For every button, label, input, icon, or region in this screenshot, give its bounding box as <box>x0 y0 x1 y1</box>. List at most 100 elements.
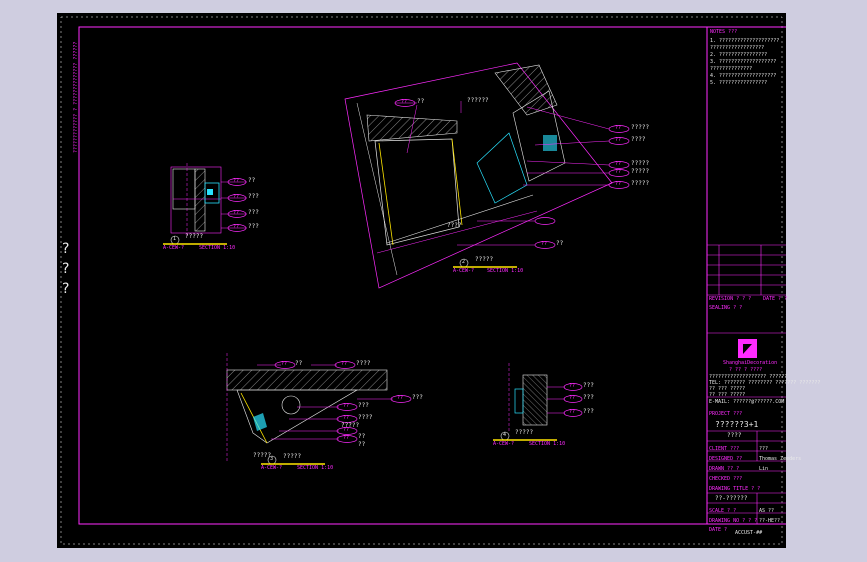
d3-num: 3 <box>270 456 274 462</box>
client-value: ??? <box>759 446 769 452</box>
detail-3-drawing <box>226 353 412 463</box>
d3-tag-7: ?? <box>397 395 404 401</box>
d1-tag-4: ?? <box>233 224 240 230</box>
revision-header: REVISION ? ? ? <box>709 296 752 302</box>
d4-tag-3: ?? <box>569 409 576 415</box>
d2-num: 2 <box>462 259 466 265</box>
drawing-sheet <box>60 16 786 545</box>
revision-date: DATE ? ? <box>763 296 788 302</box>
note-3: 2. ???????????????? <box>710 52 768 58</box>
d3-tag-6: ?? <box>343 435 350 441</box>
d2-text-3: ???? <box>631 136 646 143</box>
d3-tag-4: ?? <box>343 415 350 421</box>
d1-text-2: ??? <box>248 193 259 200</box>
notes-header: NOTES ??? <box>710 29 738 35</box>
drawing-no: ??-HE?? <box>759 518 781 524</box>
d3-text-3: ??? <box>358 402 369 409</box>
checked-label: CHECKED ??? <box>709 476 743 482</box>
d2-text-2: ????? <box>631 124 650 131</box>
d3-text-1: ?? <box>295 360 303 367</box>
note-7: 5. ???????????????? <box>710 80 768 86</box>
d2-text-1: ?? <box>417 98 425 105</box>
d3-mid-note: ????? <box>253 452 272 459</box>
d2-tag-2: ?? <box>615 125 622 131</box>
d2-text-6: ????? <box>631 180 650 187</box>
company-line-5: E-MAIL: ??????@??????.COM <box>709 399 785 405</box>
d3-tag-5: ?? <box>343 427 350 433</box>
d3-section: SECTION 1:10 <box>297 465 334 471</box>
d1-text-4: ??? <box>248 223 259 230</box>
d2-tag: A-CEW-? <box>453 268 475 274</box>
d2-tag-4: ?? <box>615 161 622 167</box>
d4-num: 4 <box>503 432 507 438</box>
scale-label: SCALE ? ? <box>709 508 737 514</box>
d4-tag: A-CEW-? <box>493 441 515 447</box>
d4-text-1: ??? <box>583 382 594 389</box>
d2-tag-6: ?? <box>615 181 622 187</box>
d3-text-7: ??? <box>412 394 423 401</box>
note-2: ?????????????????? <box>710 45 765 51</box>
drawing-title: ??-?????? <box>715 495 748 502</box>
d2-text-7: ?? <box>556 240 564 247</box>
vertical-note: ????????????? ? ?????????????? ?????? <box>73 41 79 153</box>
d3-tag-3: ?? <box>343 403 350 409</box>
d3-tag-1: ?? <box>281 361 288 367</box>
d3-text-2: ???? <box>356 360 371 367</box>
d1-title: ????? <box>185 233 204 240</box>
d4-text-3: ??? <box>583 408 594 415</box>
d2-tag-5: ?? <box>615 169 622 175</box>
d2-text-5: ????? <box>631 168 650 175</box>
d3-text-5: ?? <box>358 433 366 440</box>
d3-title: ????? <box>283 453 302 460</box>
designed-label: DESIGNED ?? <box>709 456 743 462</box>
d1-tag-1: ?? <box>233 178 240 184</box>
d1-section: SECTION 1:10 <box>199 245 236 251</box>
note-4: 3. ??????????????????? <box>710 59 777 65</box>
company-name: ShanghaiDecoration <box>723 360 778 366</box>
d1-text-1: ?? <box>248 177 256 184</box>
d3-text-4: ???? <box>358 414 373 421</box>
client-label: CLIENT ??? <box>709 446 740 452</box>
drawing-title-label: DRAWING TITLE ? ? <box>709 486 761 492</box>
note-6: 4. ??????????????????? <box>710 73 777 79</box>
d2-text-4: ????? <box>631 160 650 167</box>
d2-tag-3: ?? <box>615 137 622 143</box>
side-mark-2: ? <box>62 261 70 277</box>
note-5: ?????????????? <box>710 66 753 72</box>
company-line-4: ?? ??? ????? <box>709 392 746 398</box>
company-sub: ? ?? ? ???? <box>729 367 763 373</box>
side-mark-3: ? <box>62 281 70 297</box>
drawing-canvas[interactable]: ? ? ? ????????????? ? ?????????????? ???… <box>57 13 820 548</box>
sheet-code: ACCUST-## <box>735 530 763 536</box>
d1-tag: A-CEW-? <box>163 245 185 251</box>
d2-tag-7: ?? <box>541 241 548 247</box>
d4-tag-2: ?? <box>569 395 576 401</box>
project-name: ??????3+1 <box>715 420 759 429</box>
d1-tag-3: ?? <box>233 210 240 216</box>
d2-title: ????? <box>475 256 494 263</box>
d2-top-note: ?????? <box>467 97 489 104</box>
project-label: PROJECT ??? <box>709 411 743 417</box>
d4-section: SECTION 1:10 <box>529 441 566 447</box>
d4-text-2: ??? <box>583 394 594 401</box>
outer-frame <box>60 16 783 545</box>
title-block: NOTES ??? 1. ???????????????????? ??????… <box>707 27 820 536</box>
d4-title: ????? <box>515 429 534 436</box>
date-label: DATE ? <box>709 527 728 533</box>
d1-tag-2: ?? <box>233 194 240 200</box>
designed-value: Thomas Zeeders <box>759 456 802 462</box>
d3-tag: A-CEW-? <box>261 465 283 471</box>
side-mark-1: ? <box>62 241 70 257</box>
d2-section: SECTION 1:10 <box>487 268 524 274</box>
stamp-header: SEALING ? ? <box>709 305 743 311</box>
d3-text-6: ?? <box>358 441 366 448</box>
d1-text-3: ??? <box>248 209 259 216</box>
drawn-label: DRAWN ?? ? <box>709 466 740 472</box>
note-1: 1. ???????????????????? <box>710 38 780 44</box>
drawn-value: Lin <box>759 466 769 472</box>
d2-mid-note: ???? <box>447 222 462 229</box>
drawing-no-label: DRAWING NO ? ? ? <box>709 518 758 524</box>
d1-num: 1 <box>173 236 177 242</box>
d2-tag-1: ?? <box>401 99 408 105</box>
d3-tag-2: ?? <box>341 361 348 367</box>
